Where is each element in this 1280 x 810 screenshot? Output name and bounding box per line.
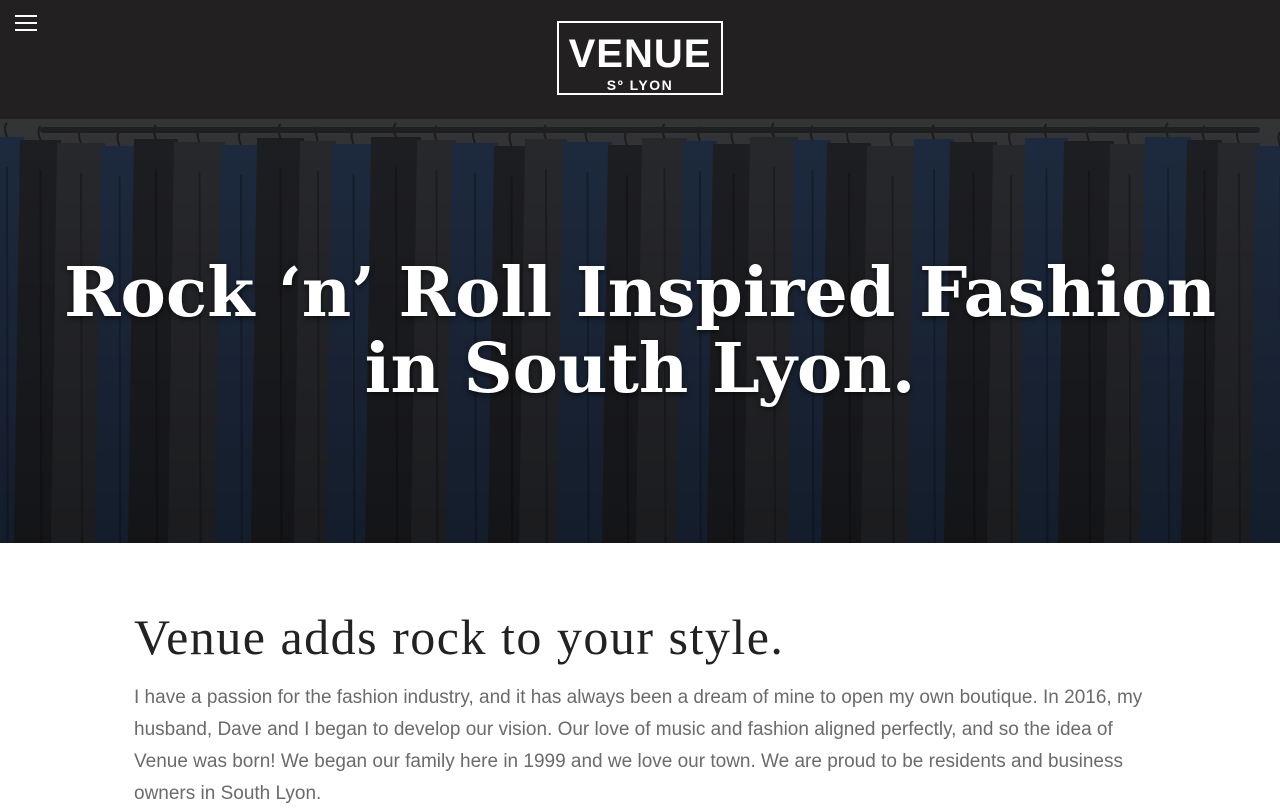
hero-banner: Rock ‘n’ Roll Inspired Fashion in South … [0,119,1280,543]
venue-logo[interactable]: VENUE Sº LYON [557,21,723,95]
intro-body: I have a passion for the fashion industr… [134,687,1143,804]
logo-wordmark: VENUE [568,32,712,76]
hero-title-line-1: Rock ‘n’ Roll Inspired Fashion [64,253,1216,333]
hero-title-line-2: in South Lyon. [364,329,916,409]
intro-heading: Venue adds rock to your style. [134,609,785,665]
hero-title: Rock ‘n’ Roll Inspired Fashion in South … [0,255,1280,407]
logo-subtitle: Sº LYON [606,77,674,93]
intro-section: Venue adds rock to your style. I have a … [134,600,1154,810]
site-header: VENUE Sº LYON [0,0,1280,119]
hamburger-menu-icon[interactable] [14,13,38,33]
